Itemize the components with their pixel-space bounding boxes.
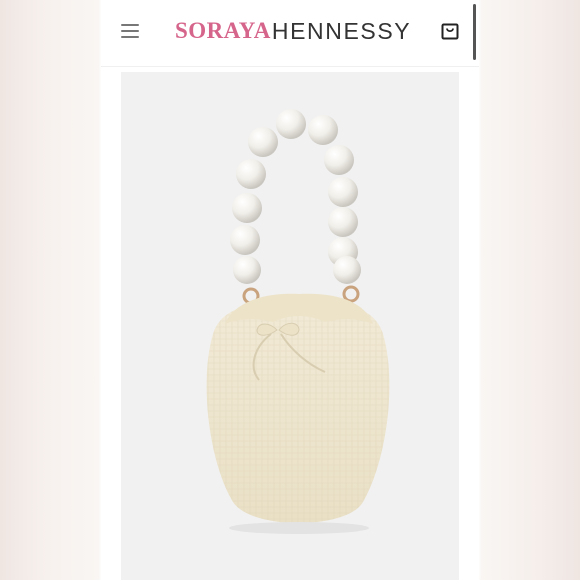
logo-text-first: SORAYA [175, 18, 271, 43]
scrollbar[interactable] [473, 4, 476, 60]
mobile-page: SORAYA HENNESSY [101, 0, 479, 580]
shopping-bag-icon[interactable] [441, 20, 459, 40]
site-header: SORAYA HENNESSY [101, 0, 479, 67]
brand-logo[interactable]: SORAYA HENNESSY [175, 14, 411, 48]
hamburger-menu-icon[interactable] [121, 24, 139, 38]
bag-illustration [206, 109, 390, 534]
logo-text-second: HENNESSY [271, 17, 412, 44]
product-image[interactable] [121, 72, 459, 580]
